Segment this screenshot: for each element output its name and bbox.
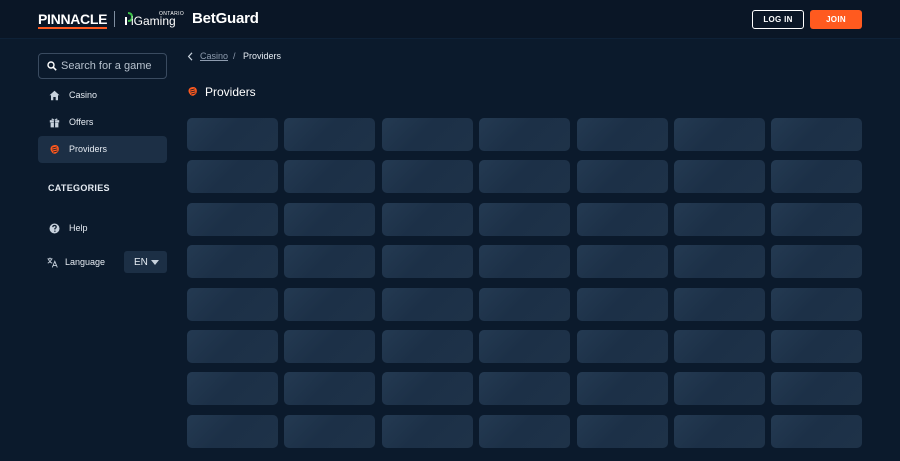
provider-tile[interactable] [771, 118, 862, 151]
provider-tile[interactable] [284, 118, 375, 151]
provider-tile[interactable] [284, 203, 375, 236]
sidebar-item-providers[interactable]: Providers [38, 136, 167, 163]
provider-tile[interactable] [382, 118, 473, 151]
help-icon [49, 223, 60, 234]
provider-tile[interactable] [674, 372, 765, 405]
breadcrumb-casino-link[interactable]: Casino [200, 51, 228, 61]
provider-tile[interactable] [382, 245, 473, 278]
language-label: Language [65, 257, 106, 267]
betguard-logo: BetGuard [192, 10, 259, 27]
provider-tile[interactable] [479, 330, 570, 363]
provider-tile[interactable] [674, 330, 765, 363]
provider-tile[interactable] [187, 415, 278, 448]
page-title: Providers [205, 85, 256, 99]
search-box [38, 53, 167, 79]
igaming-text: iGaming [131, 14, 176, 28]
provider-tile[interactable] [382, 330, 473, 363]
breadcrumb-current: Providers [243, 51, 282, 61]
gift-icon [49, 118, 60, 128]
provider-tile[interactable] [284, 245, 375, 278]
provider-tile[interactable] [771, 203, 862, 236]
provider-tile[interactable] [577, 330, 668, 363]
provider-tile[interactable] [284, 330, 375, 363]
top-header: PINNACLE ONTARIO iGaming BetGuard LOG IN… [0, 0, 900, 39]
provider-tile[interactable] [577, 203, 668, 236]
sidebar-item-offers[interactable]: Offers [38, 109, 167, 136]
provider-tile[interactable] [187, 118, 278, 151]
provider-tile[interactable] [577, 245, 668, 278]
provider-tile[interactable] [771, 372, 862, 405]
provider-tile[interactable] [771, 288, 862, 321]
provider-tile[interactable] [382, 203, 473, 236]
provider-tile[interactable] [771, 160, 862, 193]
provider-tile-grid [187, 118, 862, 461]
provider-tile[interactable] [771, 330, 862, 363]
sidebar-item-label: Providers [69, 144, 108, 154]
pinnacle-logo[interactable]: PINNACLE [38, 11, 108, 29]
provider-tile[interactable] [479, 288, 570, 321]
language-select[interactable]: EN [124, 251, 167, 273]
provider-tile[interactable] [187, 330, 278, 363]
provider-tile[interactable] [771, 245, 862, 278]
provider-tile[interactable] [479, 245, 570, 278]
provider-tile[interactable] [479, 118, 570, 151]
provider-tile[interactable] [577, 288, 668, 321]
provider-tile[interactable] [479, 415, 570, 448]
chevron-down-icon [151, 260, 159, 265]
provider-tile[interactable] [674, 160, 765, 193]
provider-tile[interactable] [382, 372, 473, 405]
provider-tile[interactable] [674, 415, 765, 448]
provider-tile[interactable] [479, 203, 570, 236]
provider-tile[interactable] [382, 160, 473, 193]
breadcrumb-separator: / [233, 51, 236, 61]
provider-tile[interactable] [284, 372, 375, 405]
provider-tile[interactable] [674, 288, 765, 321]
provider-tile[interactable] [577, 118, 668, 151]
provider-tile[interactable] [382, 288, 473, 321]
provider-tile[interactable] [284, 160, 375, 193]
provider-tile[interactable] [284, 415, 375, 448]
translate-icon [47, 257, 58, 268]
categories-heading: CATEGORIES [48, 183, 110, 193]
join-button[interactable]: JOIN [810, 10, 862, 29]
provider-tile[interactable] [479, 372, 570, 405]
provider-tile[interactable] [382, 415, 473, 448]
provider-tile[interactable] [577, 372, 668, 405]
provider-tile[interactable] [187, 288, 278, 321]
search-icon [47, 61, 57, 71]
provider-tile[interactable] [187, 372, 278, 405]
provider-tile[interactable] [674, 203, 765, 236]
chevron-left-icon[interactable] [187, 52, 194, 61]
providers-icon [188, 87, 197, 96]
search-input[interactable] [61, 57, 163, 75]
sidebar-item-label: Casino [69, 90, 98, 100]
login-button[interactable]: LOG IN [752, 10, 804, 29]
provider-tile[interactable] [577, 415, 668, 448]
pinnacle-logo-text: PINNACLE [38, 11, 108, 27]
sidebar-item-help[interactable]: Help [38, 215, 167, 242]
providers-icon [50, 145, 59, 154]
logo-divider [114, 11, 115, 27]
provider-tile[interactable] [674, 245, 765, 278]
provider-tile[interactable] [479, 160, 570, 193]
home-icon [49, 90, 60, 101]
pinnacle-logo-underline [38, 27, 108, 29]
sidebar-item-label: Help [69, 223, 88, 233]
provider-tile[interactable] [187, 203, 278, 236]
provider-tile[interactable] [284, 288, 375, 321]
sidebar-item-label: Offers [69, 117, 94, 127]
provider-tile[interactable] [577, 160, 668, 193]
language-row: Language [38, 249, 118, 276]
provider-tile[interactable] [187, 245, 278, 278]
provider-tile[interactable] [674, 118, 765, 151]
provider-tile[interactable] [187, 160, 278, 193]
igaming-ontario-logo: ONTARIO iGaming [123, 10, 185, 30]
provider-tile[interactable] [771, 415, 862, 448]
language-value: EN [134, 257, 148, 268]
sidebar-item-casino[interactable]: Casino [38, 82, 167, 109]
